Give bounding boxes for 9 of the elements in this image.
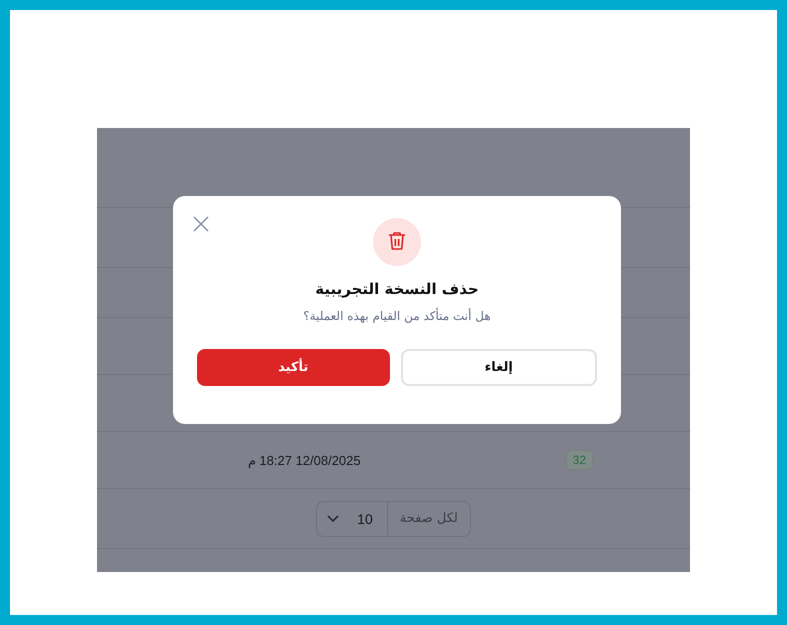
dialog-message: هل أنت متأكد من القيام بهذه العملية؟ bbox=[302, 308, 492, 324]
close-button[interactable] bbox=[193, 216, 209, 232]
confirm-button[interactable]: تأكيد bbox=[197, 349, 390, 386]
chevron-down-icon bbox=[327, 514, 340, 522]
trash-icon bbox=[373, 218, 421, 266]
count-badge: 32 bbox=[566, 450, 593, 470]
dialog-title: حذف النسخة التجريبية bbox=[314, 279, 480, 299]
date-text: 12/08/2025 18:27 م bbox=[248, 452, 361, 468]
cancel-button[interactable]: إلغاء bbox=[400, 349, 597, 386]
